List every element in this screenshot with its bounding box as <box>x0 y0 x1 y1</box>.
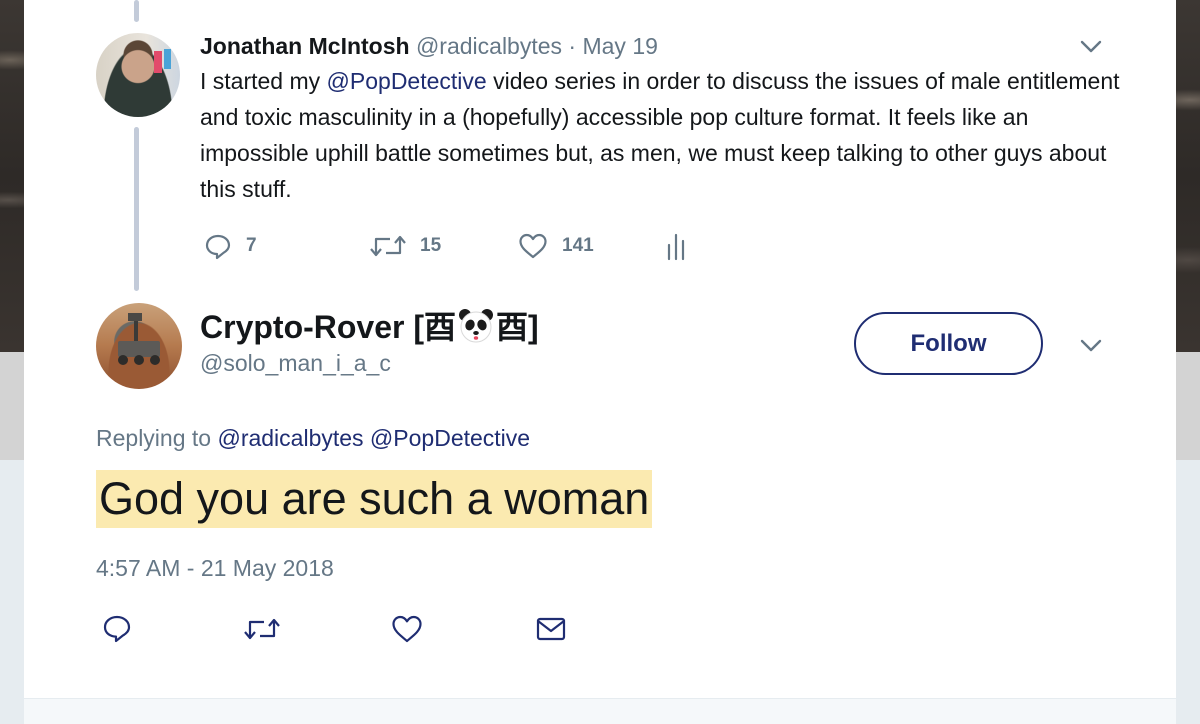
tweet-card: Jonathan McIntosh @radicalbytes · May 19… <box>24 0 1176 724</box>
chevron-down-icon[interactable] <box>1078 332 1104 358</box>
reply-author-handle[interactable]: @solo_man_i_a_c <box>200 348 391 378</box>
like-action[interactable]: 141 <box>518 228 594 264</box>
panda-face-icon <box>458 308 494 344</box>
parent-tweet-text: I started my @PopDetective video series … <box>200 68 1120 202</box>
mention-link[interactable]: @PopDetective <box>327 68 487 94</box>
tweet-date[interactable]: May 19 <box>582 33 657 59</box>
header-separator: · <box>562 33 583 59</box>
reply-icon[interactable] <box>204 232 232 260</box>
reply-action[interactable]: 7 <box>204 228 257 264</box>
envelope-icon[interactable] <box>534 612 568 646</box>
follow-button[interactable]: Follow <box>854 312 1043 375</box>
heart-icon[interactable] <box>518 232 548 260</box>
like-count: 141 <box>562 235 594 256</box>
reply-tweet-text: God you are such a woman <box>96 470 653 528</box>
tweet-timestamp[interactable]: 4:57 AM - 21 May 2018 <box>96 553 334 583</box>
reply-count: 7 <box>246 235 257 256</box>
retweet-icon[interactable] <box>370 232 406 260</box>
analytics-icon[interactable] <box>664 231 688 261</box>
avatar-crypto-rover[interactable] <box>96 303 182 389</box>
card-footer <box>24 698 1176 724</box>
parent-tweet-header: Jonathan McIntosh @radicalbytes · May 19 <box>200 31 658 61</box>
reply-icon[interactable] <box>100 612 134 646</box>
thread-connector-top <box>134 0 139 22</box>
chevron-down-icon[interactable] <box>1078 33 1104 59</box>
replying-handles[interactable]: @radicalbytes @PopDetective <box>217 425 530 451</box>
analytics-action[interactable] <box>664 228 688 264</box>
reply-author-name[interactable]: Crypto-Rover [酉 酉] <box>200 307 539 347</box>
avatar-jonathan[interactable] <box>96 33 180 117</box>
thread-connector <box>134 127 139 291</box>
replying-to: Replying to @radicalbytes @PopDetective <box>96 425 531 451</box>
retweet-icon[interactable] <box>242 612 282 646</box>
author-name[interactable]: Jonathan McIntosh <box>200 33 410 59</box>
retweet-count: 15 <box>420 235 442 256</box>
retweet-action[interactable]: 15 <box>370 228 441 264</box>
author-handle[interactable]: @radicalbytes <box>416 33 562 59</box>
heart-icon[interactable] <box>390 612 424 646</box>
